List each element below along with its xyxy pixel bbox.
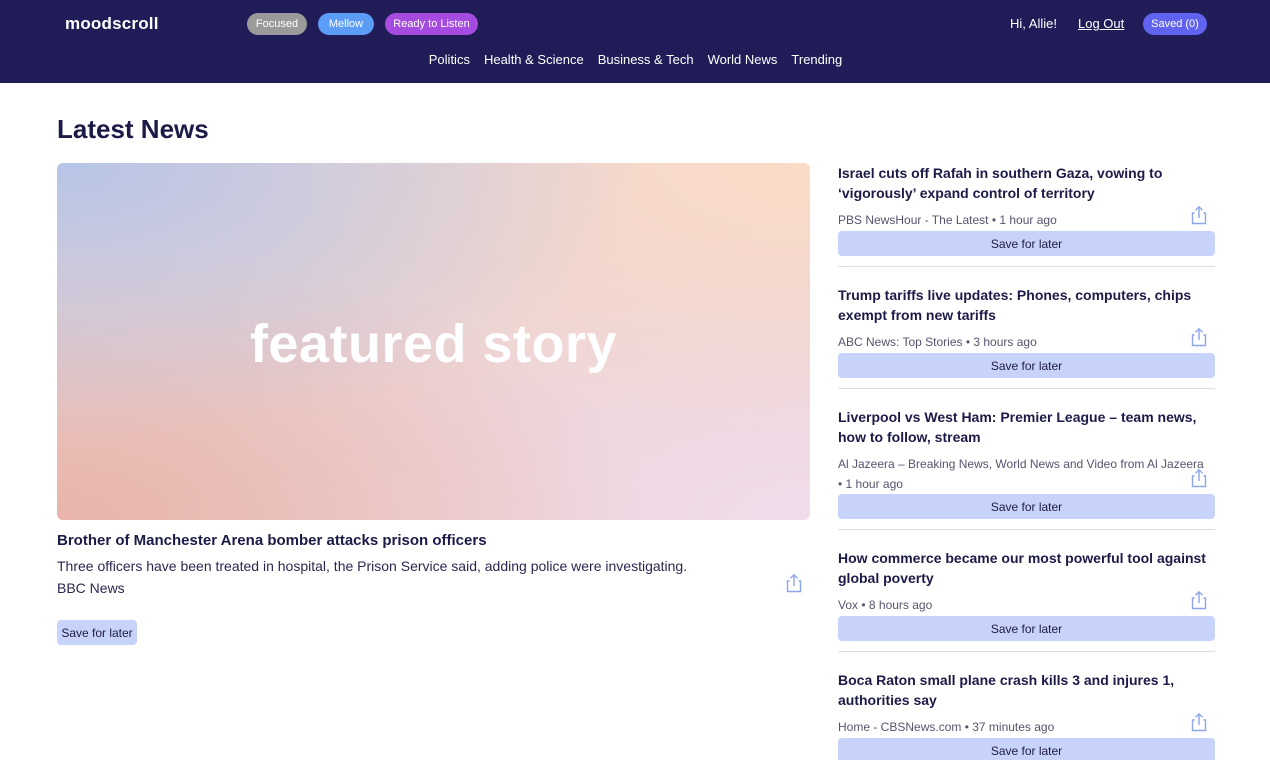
story-item: Trump tariffs live updates: Phones, comp…	[838, 285, 1215, 389]
story-meta: Home - CBSNews.com • 37 minutes ago	[838, 720, 1055, 734]
nav-item-health-science[interactable]: Health & Science	[484, 52, 584, 67]
featured-source: BBC News	[57, 580, 125, 596]
share-icon[interactable]	[1190, 205, 1208, 225]
nav-item-world-news[interactable]: World News	[708, 52, 778, 67]
story-meta: PBS NewsHour - The Latest • 1 hour ago	[838, 213, 1057, 227]
share-icon[interactable]	[1190, 590, 1208, 610]
logout-link[interactable]: Log Out	[1078, 16, 1124, 31]
story-item: Israel cuts off Rafah in southern Gaza, …	[838, 163, 1215, 267]
story-headline[interactable]: Boca Raton small plane crash kills 3 and…	[838, 670, 1215, 710]
user-greeting: Hi, Allie!	[1010, 16, 1057, 31]
save-for-later-button[interactable]: Save for later	[838, 231, 1215, 256]
featured-image-text: featured story	[249, 313, 618, 374]
save-for-later-button[interactable]: Save for later	[838, 494, 1215, 519]
mood-ready-to-listen-button[interactable]: Ready to Listen	[385, 13, 478, 35]
mood-focused-button[interactable]: Focused	[247, 13, 307, 35]
app-logo[interactable]: moodscroll	[65, 14, 159, 34]
share-icon[interactable]	[785, 573, 803, 593]
story-headline[interactable]: Trump tariffs live updates: Phones, comp…	[838, 285, 1215, 325]
save-for-later-button[interactable]: Save for later	[838, 353, 1215, 378]
story-headline[interactable]: Liverpool vs West Ham: Premier League – …	[838, 407, 1215, 447]
top-header: moodscroll Focused Mellow Ready to Liste…	[0, 0, 1270, 83]
story-item: Liverpool vs West Ham: Premier League – …	[838, 407, 1215, 530]
nav-item-trending[interactable]: Trending	[791, 52, 842, 67]
share-icon[interactable]	[1190, 327, 1208, 347]
share-icon[interactable]	[1190, 712, 1208, 732]
story-item: Boca Raton small plane crash kills 3 and…	[838, 670, 1215, 760]
story-meta: ABC News: Top Stories • 3 hours ago	[838, 335, 1037, 349]
nav-item-politics[interactable]: Politics	[429, 52, 470, 67]
featured-headline[interactable]: Brother of Manchester Arena bomber attac…	[57, 532, 487, 549]
save-for-later-button[interactable]: Save for later	[838, 738, 1215, 760]
save-for-later-button[interactable]: Save for later	[838, 616, 1215, 641]
category-nav: Politics Health & Science Business & Tec…	[0, 52, 1270, 67]
story-divider	[838, 529, 1215, 530]
featured-summary: Three officers have been treated in hosp…	[57, 558, 688, 574]
featured-story-image[interactable]: featured story	[57, 163, 810, 520]
story-meta: Vox • 8 hours ago	[838, 598, 933, 612]
story-divider	[838, 651, 1215, 652]
nav-item-business-tech[interactable]: Business & Tech	[598, 52, 694, 67]
featured-save-button[interactable]: Save for later	[57, 620, 137, 645]
share-icon[interactable]	[1190, 468, 1208, 488]
story-item: How commerce became our most powerful to…	[838, 548, 1215, 652]
page-title: Latest News	[57, 114, 209, 144]
saved-button[interactable]: Saved (0)	[1143, 13, 1207, 35]
story-divider	[838, 388, 1215, 389]
story-divider	[838, 266, 1215, 267]
story-headline[interactable]: How commerce became our most powerful to…	[838, 548, 1215, 588]
story-headline[interactable]: Israel cuts off Rafah in southern Gaza, …	[838, 163, 1215, 203]
story-meta: Al Jazeera – Breaking News, World News a…	[838, 457, 1204, 491]
mood-mellow-button[interactable]: Mellow	[318, 13, 374, 35]
